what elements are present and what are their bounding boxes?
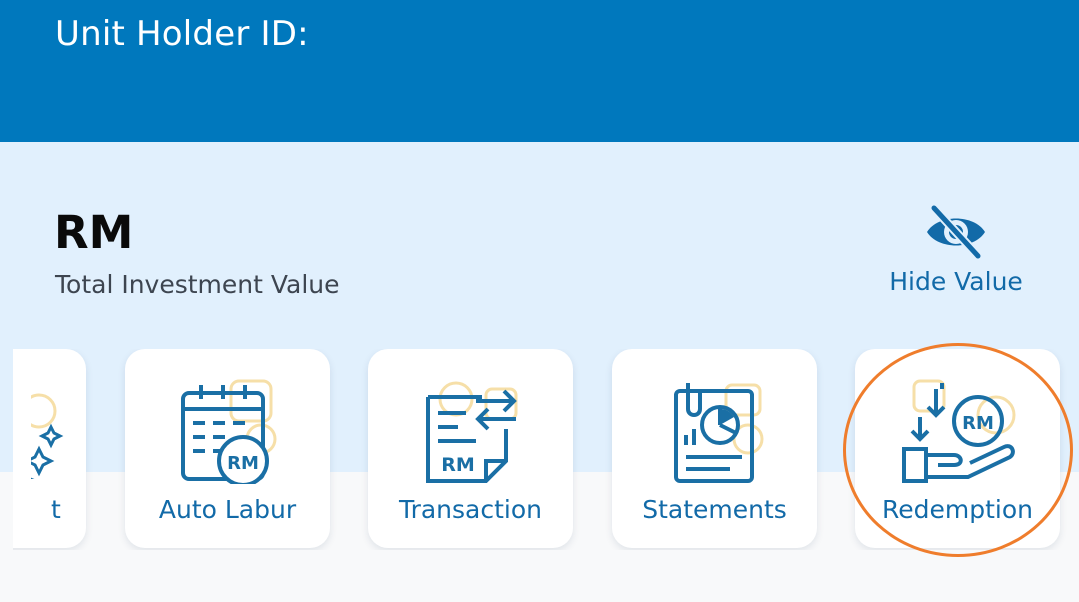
- transaction-label: Transaction: [398, 495, 543, 524]
- document-transfer-icon: RM: [425, 381, 517, 483]
- hide-value-button[interactable]: Hide Value: [880, 204, 1032, 304]
- auto-labur-card[interactable]: RM Auto Labur: [125, 349, 330, 548]
- statements-card[interactable]: Statements: [612, 349, 817, 548]
- statements-label: Statements: [642, 495, 787, 524]
- redemption-label: Redemption: [882, 495, 1033, 524]
- sparkle-icon: [31, 393, 64, 479]
- calendar-rm-icon: RM: [180, 379, 276, 484]
- auto-labur-rm-badge: RM: [227, 453, 259, 474]
- menu-card-partial-label: t: [51, 495, 61, 524]
- hand-rm-coin-icon: RM: [901, 379, 1015, 483]
- auto-labur-label: Auto Labur: [158, 495, 297, 524]
- transaction-card[interactable]: RM Transaction: [368, 349, 573, 548]
- quick-menu-carousel[interactable]: t RM Auto Labur RM Transaction Statement…: [13, 349, 1079, 550]
- total-investment-label: Total Investment Value: [55, 270, 340, 299]
- report-chart-icon: [673, 383, 763, 483]
- menu-card-partial[interactable]: t: [13, 349, 86, 548]
- hide-value-label: Hide Value: [889, 267, 1023, 296]
- redemption-card[interactable]: RM Redemption: [855, 349, 1060, 548]
- eye-off-icon: [927, 204, 985, 260]
- total-investment-amount: RM: [54, 206, 134, 259]
- transaction-rm-badge: RM: [441, 454, 475, 476]
- unit-holder-id-label: Unit Holder ID:: [55, 14, 309, 54]
- top-header: Unit Holder ID:: [0, 0, 1079, 142]
- redemption-rm-badge: RM: [962, 413, 994, 434]
